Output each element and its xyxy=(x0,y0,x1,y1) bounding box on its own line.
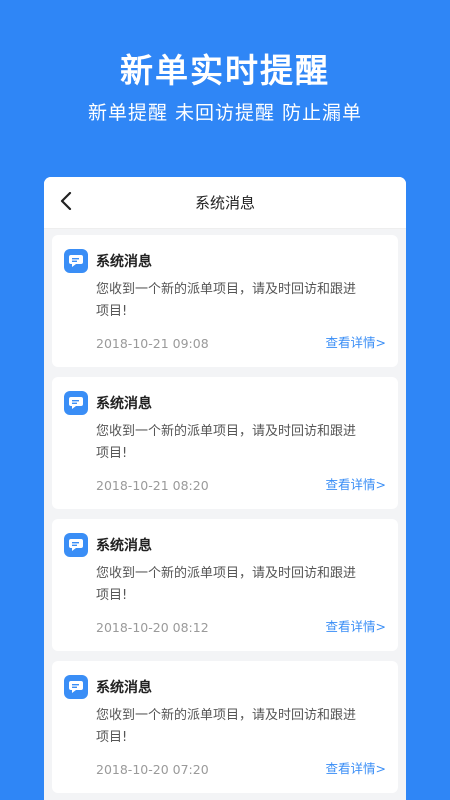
hero-title: 新单实时提醒 xyxy=(120,51,330,90)
message-title: 系统消息 xyxy=(96,538,152,554)
message-time: 2018-10-21 08:20 xyxy=(96,478,209,493)
message-card[interactable]: 系统消息 您收到一个新的派单项目，请及时回访和跟进项目! 2018-10-21 … xyxy=(52,235,398,367)
message-body: 您收到一个新的派单项目，请及时回访和跟进项目! xyxy=(96,708,357,745)
message-title: 系统消息 xyxy=(96,254,152,270)
chat-bubble-icon xyxy=(64,391,88,415)
message-time: 2018-10-20 07:20 xyxy=(96,762,209,777)
message-card[interactable]: 系统消息 您收到一个新的派单项目，请及时回访和跟进项目! 2018-10-21 … xyxy=(52,377,398,509)
chat-bubble-icon xyxy=(64,249,88,273)
phone-screen: 系统消息 系统消息 您收到一个新的派单项目，请及时回访和跟进项目! 2018-1… xyxy=(44,177,406,800)
message-title: 系统消息 xyxy=(96,396,152,412)
message-body: 您收到一个新的派单项目，请及时回访和跟进项目! xyxy=(96,424,357,461)
message-card[interactable]: 系统消息 您收到一个新的派单项目，请及时回访和跟进项目! 2018-10-20 … xyxy=(52,519,398,651)
view-details-link[interactable]: 查看详情> xyxy=(326,474,386,493)
view-details-link[interactable]: 查看详情> xyxy=(326,758,386,777)
message-body: 您收到一个新的派单项目，请及时回访和跟进项目! xyxy=(96,566,357,603)
view-details-link[interactable]: 查看详情> xyxy=(326,616,386,635)
chat-bubble-icon xyxy=(64,533,88,557)
message-card[interactable]: 系统消息 您收到一个新的派单项目，请及时回访和跟进项目! 2018-10-20 … xyxy=(52,661,398,793)
nav-bar: 系统消息 xyxy=(44,177,406,229)
view-details-link[interactable]: 查看详情> xyxy=(326,332,386,351)
message-list: 系统消息 您收到一个新的派单项目，请及时回访和跟进项目! 2018-10-21 … xyxy=(44,229,406,793)
chat-bubble-icon xyxy=(64,675,88,699)
message-time: 2018-10-21 09:08 xyxy=(96,336,209,351)
page-title: 系统消息 xyxy=(194,194,255,212)
hero-subtitle: 新单提醒 未回访提醒 防止漏单 xyxy=(87,102,363,124)
message-body: 您收到一个新的派单项目，请及时回访和跟进项目! xyxy=(96,282,357,319)
promo-screen: 新单实时提醒 新单提醒 未回访提醒 防止漏单 系统消息 系统消息 您收到一个新的… xyxy=(0,0,450,800)
message-title: 系统消息 xyxy=(96,680,152,696)
message-time: 2018-10-20 08:12 xyxy=(96,620,209,635)
